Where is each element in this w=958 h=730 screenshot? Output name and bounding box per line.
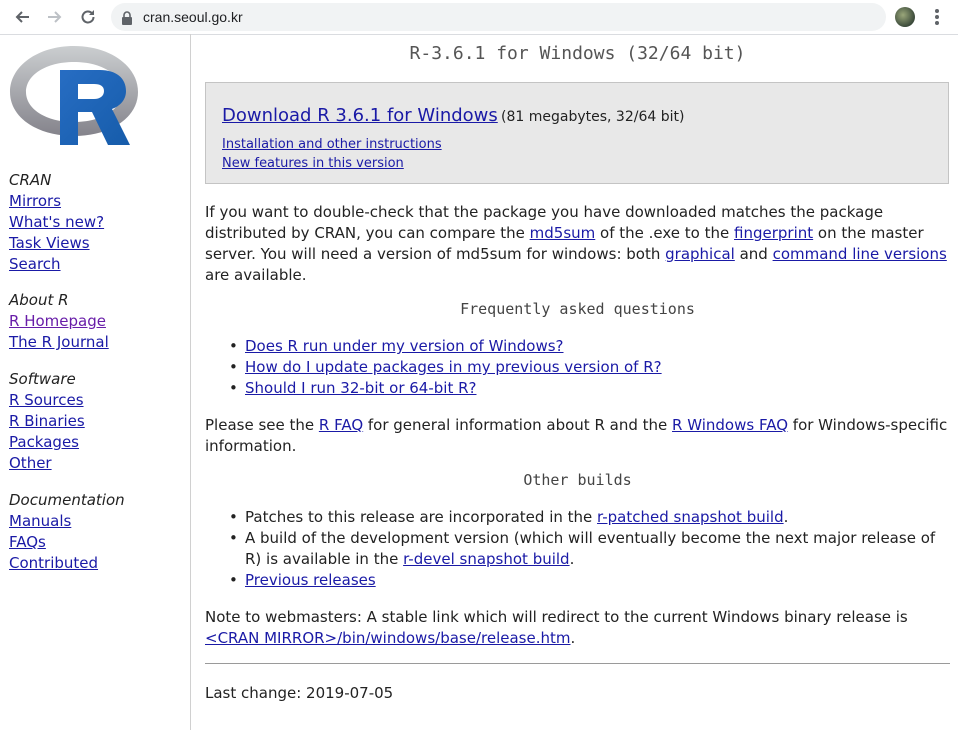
r-faq-link[interactable]: R FAQ: [319, 416, 363, 434]
text: Patches to this release are incorporated…: [245, 508, 598, 526]
list-item: Previous releases: [229, 570, 949, 591]
page-title: R-3.6.1 for Windows (32/64 bit): [409, 43, 746, 64]
list-item: How do I update packages in my previous …: [229, 357, 949, 378]
sidebar-link-r-homepage[interactable]: R Homepage: [9, 311, 125, 332]
list-item: Should I run 32-bit or 64-bit R?: [229, 378, 949, 399]
sidebar-heading-cran: CRAN: [9, 171, 52, 189]
forward-icon[interactable]: [45, 7, 65, 27]
faq-link-32-64-bit[interactable]: Should I run 32-bit or 64-bit R?: [245, 379, 476, 397]
sidebar-link-r-journal[interactable]: The R Journal: [9, 332, 125, 353]
sidebar-heading-about-r: About R: [9, 291, 69, 309]
sidebar-link-r-binaries[interactable]: R Binaries: [9, 411, 125, 432]
sidebar-link-whats-new[interactable]: What's new?: [9, 212, 125, 233]
webmaster-note: Note to webmasters: A stable link which …: [205, 607, 950, 649]
sidebar-heading-software: Software: [9, 370, 76, 388]
text: A build of the development version (whic…: [245, 529, 936, 568]
divider: [205, 663, 950, 664]
faq-link-update-packages[interactable]: How do I update packages in my previous …: [245, 358, 662, 376]
command-line-link[interactable]: command line versions: [773, 245, 947, 263]
sidebar-link-search[interactable]: Search: [9, 254, 125, 275]
text: for general information about R and the: [363, 416, 673, 434]
faq-heading: Frequently asked questions: [460, 300, 695, 318]
sidebar-link-task-views[interactable]: Task Views: [9, 233, 125, 254]
fingerprint-link[interactable]: fingerprint: [734, 224, 813, 242]
other-builds-heading: Other builds: [523, 471, 632, 489]
back-icon[interactable]: [12, 7, 32, 27]
sidebar-link-manuals[interactable]: Manuals: [9, 511, 125, 532]
text: .: [570, 629, 576, 647]
faq-list: Does R run under my version of Windows? …: [229, 336, 949, 399]
sidebar-nav: CRAN Mirrors What's new? Task Views Sear…: [9, 170, 125, 574]
browser-toolbar: cran.seoul.go.kr ☆: [0, 0, 958, 35]
text: Please see the: [205, 416, 319, 434]
r-logo[interactable]: [8, 44, 140, 150]
list-item: Patches to this release are incorporated…: [229, 507, 949, 528]
lock-icon[interactable]: [121, 10, 133, 29]
sidebar-link-contributed[interactable]: Contributed: [9, 553, 125, 574]
address-bar[interactable]: cran.seoul.go.kr ☆: [111, 3, 886, 31]
text: Note to webmasters: A stable link which …: [205, 608, 908, 626]
text: .: [783, 508, 789, 526]
install-instructions-link[interactable]: Installation and other instructions: [222, 137, 442, 152]
menu-icon[interactable]: [929, 7, 945, 27]
text: and: [734, 245, 773, 263]
sidebar-heading-documentation: Documentation: [9, 491, 125, 509]
previous-releases-link[interactable]: Previous releases: [245, 571, 376, 589]
r-windows-faq-link[interactable]: R Windows FAQ: [672, 416, 788, 434]
list-item: A build of the development version (whic…: [229, 528, 949, 570]
sidebar-link-r-sources[interactable]: R Sources: [9, 390, 125, 411]
avatar[interactable]: [895, 7, 915, 27]
reload-icon[interactable]: [78, 7, 98, 27]
text: of the .exe to the: [595, 224, 735, 242]
url-text[interactable]: cran.seoul.go.kr: [143, 9, 243, 25]
sidebar-link-mirrors[interactable]: Mirrors: [9, 191, 125, 212]
sidebar-link-packages[interactable]: Packages: [9, 432, 125, 453]
download-box: Download R 3.6.1 for Windows (81 megabyt…: [205, 82, 949, 184]
new-features-link[interactable]: New features in this version: [222, 156, 404, 171]
md5sum-link[interactable]: md5sum: [530, 224, 596, 242]
faq-paragraph: Please see the R FAQ for general informa…: [205, 415, 950, 457]
other-builds-list: Patches to this release are incorporated…: [229, 507, 949, 591]
download-size: (81 megabytes, 32/64 bit): [501, 109, 685, 125]
r-patched-link[interactable]: r-patched snapshot build: [597, 508, 784, 526]
text: .: [569, 550, 575, 568]
sidebar-link-other[interactable]: Other: [9, 453, 125, 474]
text: are available.: [205, 266, 307, 284]
r-devel-link[interactable]: r-devel snapshot build: [403, 550, 569, 568]
faq-link-windows-version[interactable]: Does R run under my version of Windows?: [245, 337, 564, 355]
list-item: Does R run under my version of Windows?: [229, 336, 949, 357]
download-link[interactable]: Download R 3.6.1 for Windows: [222, 105, 498, 126]
last-change: Last change: 2019-07-05: [205, 684, 394, 702]
release-htm-link[interactable]: <CRAN MIRROR>/bin/windows/base/release.h…: [205, 629, 570, 647]
sidebar-link-faqs[interactable]: FAQs: [9, 532, 125, 553]
graphical-link[interactable]: graphical: [665, 245, 735, 263]
md5-paragraph: If you want to double-check that the pac…: [205, 202, 950, 286]
